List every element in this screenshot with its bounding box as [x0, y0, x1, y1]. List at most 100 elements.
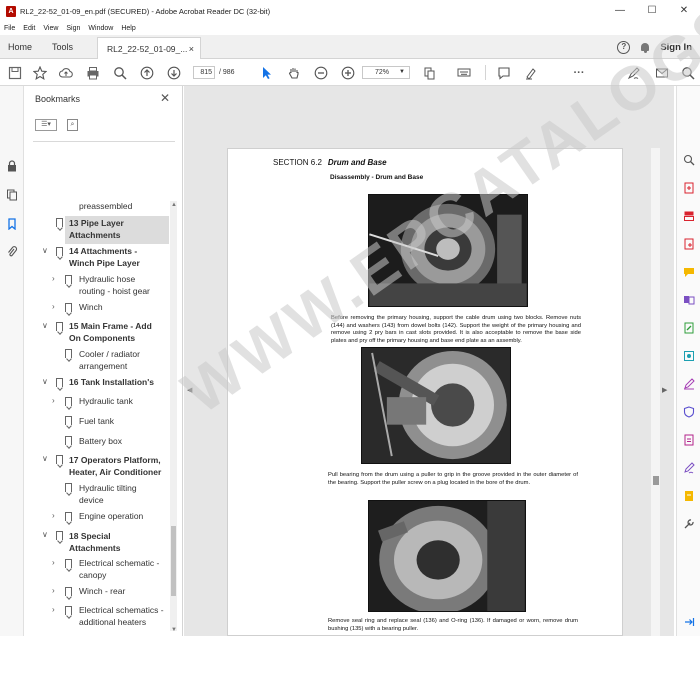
bookmark-label[interactable]: Winch - rear — [79, 585, 125, 597]
bookmark-label[interactable]: 18 Special Attachments — [69, 530, 120, 554]
bookmarks-scroll-thumb[interactable] — [171, 526, 176, 596]
request-signature-icon[interactable] — [683, 462, 695, 474]
document-scrollbar[interactable] — [651, 148, 660, 636]
document-viewer[interactable]: ◀ ▶ SECTION 6.2 Drum and Base Disassembly… — [184, 86, 674, 636]
bookmark-label[interactable]: Battery box — [79, 435, 122, 447]
menu-window[interactable]: Window — [84, 22, 117, 35]
save-icon[interactable] — [8, 66, 22, 80]
bookmark-label[interactable]: Electrical schematic - canopy — [79, 557, 159, 581]
bookmark-panel-icon[interactable] — [6, 218, 18, 230]
find-bookmark-icon[interactable]: ⌕ — [67, 119, 78, 131]
bookmark-label[interactable]: Electrical schematics - additional heater… — [79, 604, 164, 628]
sign-pen-icon[interactable] — [627, 66, 641, 80]
select-cursor-icon[interactable] — [260, 66, 274, 80]
menu-help[interactable]: Help — [117, 22, 139, 35]
menu-edit[interactable]: Edit — [19, 22, 39, 35]
print-icon[interactable] — [86, 66, 100, 80]
zoom-in-icon[interactable] — [341, 66, 355, 80]
chevron-down-icon[interactable]: ∨ — [42, 321, 48, 330]
bookmark-item[interactable]: preassembled — [79, 200, 132, 212]
comment-tool-icon[interactable] — [683, 266, 695, 278]
zoom-out-icon[interactable] — [314, 66, 328, 80]
search-icon[interactable] — [113, 66, 127, 80]
send-for-review-icon[interactable] — [683, 490, 695, 502]
more-tools-icon[interactable]: ··· — [572, 66, 586, 80]
chevron-right-icon[interactable]: › — [52, 511, 55, 520]
chevron-right-icon[interactable]: › — [52, 302, 55, 311]
attachment-icon[interactable] — [6, 246, 18, 258]
tab-close-icon[interactable]: × — [189, 38, 194, 60]
bookmark-options-icon[interactable]: ☰▾ — [35, 119, 57, 131]
menu-sign[interactable]: Sign — [62, 22, 84, 35]
page-down-icon[interactable] — [167, 66, 181, 80]
page-total: / 986 — [219, 69, 235, 76]
bookmark-label[interactable]: 16 Tank Installation's — [69, 376, 154, 388]
menu-file[interactable]: File — [0, 22, 19, 35]
chevron-down-icon[interactable]: ∨ — [42, 377, 48, 386]
bookmark-label[interactable]: 14 Attachments - Winch Pipe Layer — [69, 245, 140, 269]
chevron-down-icon[interactable]: ∨ — [42, 454, 48, 463]
bookmark-label[interactable]: Hydraulic tank — [79, 395, 133, 407]
collapse-left-panel-icon[interactable]: ◀ — [187, 386, 192, 394]
keyboard-icon[interactable] — [457, 66, 471, 80]
scan-enhance-icon[interactable] — [683, 350, 695, 362]
zoom-select[interactable]: 72% ▼ — [362, 66, 410, 79]
hand-tool-icon[interactable] — [287, 66, 301, 80]
export-pdf-icon[interactable] — [683, 182, 695, 194]
create-pdf-icon[interactable] — [683, 238, 695, 250]
chevron-right-icon[interactable]: › — [52, 558, 55, 567]
close-icon[interactable]: ✕ — [160, 91, 170, 105]
chevron-down-icon[interactable]: ∨ — [42, 246, 48, 255]
scroll-up-arrow-icon[interactable]: ▲ — [171, 202, 177, 208]
minimize-button[interactable]: — — [604, 0, 636, 22]
chevron-right-icon[interactable]: › — [52, 605, 55, 614]
page-layout-icon[interactable] — [423, 66, 437, 80]
notification-bell-icon[interactable] — [640, 42, 650, 53]
highlight-pen-icon[interactable] — [524, 66, 538, 80]
menu-view[interactable]: View — [39, 22, 62, 35]
bookmark-label[interactable]: Hydraulic hose routing - hoist gear — [79, 273, 150, 297]
sign-in-button[interactable]: Sign In — [660, 42, 692, 53]
lock-icon[interactable] — [6, 160, 18, 172]
page-number-input[interactable]: 815 — [193, 66, 215, 79]
search-advanced-icon[interactable] — [681, 66, 695, 80]
chevron-right-icon[interactable]: › — [52, 586, 55, 595]
bookmark-label[interactable]: Winch — [79, 301, 103, 313]
organize-pages-icon[interactable] — [683, 210, 695, 222]
page-up-icon[interactable] — [140, 66, 154, 80]
bookmark-icon — [65, 275, 72, 284]
collapse-right-panel-icon[interactable]: ▶ — [662, 386, 667, 394]
zoom-search-icon[interactable] — [683, 154, 695, 166]
prepare-form-icon[interactable] — [683, 434, 695, 446]
fill-sign-icon[interactable] — [683, 378, 695, 390]
combine-files-icon[interactable] — [683, 294, 695, 306]
more-tools-wrench-icon[interactable] — [683, 518, 695, 530]
upload-cloud-icon[interactable] — [59, 66, 73, 80]
email-icon[interactable] — [655, 66, 669, 80]
scroll-down-arrow-icon[interactable]: ▼ — [171, 627, 177, 633]
bookmark-label[interactable]: 15 Main Frame - Add On Components — [69, 320, 152, 344]
bookmark-label[interactable]: Fuel tank — [79, 415, 114, 427]
chevron-down-icon[interactable]: ∨ — [42, 530, 48, 539]
bookmark-icon — [65, 303, 72, 312]
chevron-right-icon[interactable]: › — [52, 274, 55, 283]
comment-icon[interactable] — [497, 66, 511, 80]
tab-document[interactable]: RL2_22-52_01-09_... × — [97, 37, 201, 59]
maximize-button[interactable]: ☐ — [636, 0, 668, 22]
help-icon[interactable]: ? — [617, 40, 631, 54]
bookmark-label[interactable]: Engine operation — [79, 510, 143, 522]
bookmark-label[interactable]: Hydraulic tilting device — [79, 482, 137, 506]
bookmark-label: 13 Pipe Layer Attachments — [69, 218, 124, 240]
chevron-right-icon[interactable]: › — [52, 396, 55, 405]
bookmark-label[interactable]: Cooler / radiator arrangement — [79, 348, 140, 372]
tab-tools[interactable]: Tools — [52, 35, 73, 59]
document-scroll-thumb[interactable] — [653, 476, 659, 485]
bookmark-star-icon[interactable] — [33, 66, 47, 80]
protect-shield-icon[interactable] — [683, 406, 695, 418]
bookmark-label[interactable]: 17 Operators Platform, Heater, Air Condit… — [69, 454, 161, 478]
edit-pdf-icon[interactable] — [683, 322, 695, 334]
expand-panel-icon[interactable] — [683, 616, 695, 628]
tab-home[interactable]: Home — [8, 35, 32, 59]
pages-icon[interactable] — [6, 189, 18, 201]
close-window-button[interactable]: ✕ — [668, 0, 700, 22]
